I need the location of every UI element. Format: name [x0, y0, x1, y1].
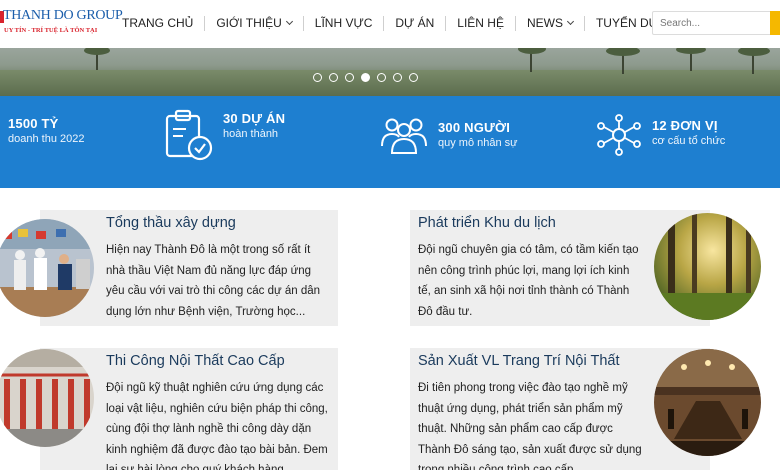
- card-title[interactable]: Thi Công Nội Thất Cao Cấp: [106, 353, 285, 369]
- nav-item-about[interactable]: GIỚI THIỆU: [205, 15, 302, 31]
- main-nav: TRANG CHỦ GIỚI THIỆU LĨNH VỰC DỰ ÁN LIÊN…: [111, 0, 686, 46]
- slider-dot[interactable]: [361, 73, 370, 82]
- card-text: Hiện nay Thành Đô là một trong số rất ít…: [106, 244, 321, 318]
- nav-label: TRANG CHỦ: [122, 16, 194, 30]
- tree-canopy: [84, 48, 110, 55]
- nav-item-news[interactable]: NEWS: [516, 15, 584, 31]
- tree-canopy: [676, 48, 706, 54]
- stat-projects-number: 30 DỰ ÁN: [223, 111, 286, 126]
- search-input[interactable]: [652, 11, 772, 35]
- slider-dot[interactable]: [377, 73, 386, 82]
- chevron-down-icon: [285, 17, 293, 25]
- network-icon: [597, 114, 641, 156]
- card-title[interactable]: Sản Xuất VL Trang Trí Nội Thất: [418, 353, 620, 369]
- slider-dot[interactable]: [313, 73, 322, 82]
- card-title[interactable]: Tổng thầu xây dựng: [106, 215, 236, 231]
- card-text: Đội ngũ kỹ thuật nghiên cứu ứng dụng các…: [106, 382, 328, 470]
- interior-photo-art: [0, 349, 94, 447]
- forest-photo: [654, 213, 761, 320]
- slider-dot[interactable]: [329, 73, 338, 82]
- forest-photo-art: [654, 213, 761, 320]
- stat-projects-label: hoàn thành: [223, 128, 279, 140]
- tree-canopy: [606, 48, 640, 56]
- stat-units-label: cơ cấu tổ chức: [652, 135, 726, 147]
- stat-revenue-label: doanh thu 2022: [8, 133, 85, 145]
- chevron-down-icon: [566, 17, 575, 25]
- site-header: THANH DO GROUP UY TÍN - TRÍ TUỆ LÀ TÔN T…: [0, 0, 780, 48]
- nav-item-fields[interactable]: LĨNH VỰC: [304, 15, 384, 31]
- logo-name: THANH DO GROUP: [3, 8, 123, 23]
- page: THANH DO GROUP UY TÍN - TRÍ TUỆ LÀ TÔN T…: [0, 0, 780, 470]
- conference-room-photo: [654, 349, 761, 456]
- slider-dot[interactable]: [393, 73, 402, 82]
- tree-canopy: [738, 48, 770, 56]
- stat-staff-number: 300 NGƯỜI: [438, 120, 511, 135]
- hero-slider-image: [0, 48, 780, 96]
- clipboard-check-icon: [165, 109, 213, 161]
- search-button[interactable]: [770, 11, 780, 35]
- slider-dot[interactable]: [409, 73, 418, 82]
- people-group-icon: [381, 118, 427, 154]
- conference-photo-art: [654, 349, 761, 456]
- nav-label: NEWS: [526, 16, 563, 30]
- tree-canopy: [518, 48, 546, 54]
- tree-trunk: [690, 51, 692, 71]
- slider-dot[interactable]: [345, 73, 354, 82]
- slider-dots: [313, 73, 418, 82]
- nav-item-projects[interactable]: DỰ ÁN: [384, 15, 445, 31]
- nav-item-home[interactable]: TRANG CHỦ: [111, 15, 204, 31]
- nav-item-contact[interactable]: LIÊN HỆ: [446, 15, 515, 31]
- card-text: Đi tiên phong trong việc đào tạo nghề mỹ…: [418, 382, 642, 470]
- logo-tagline: UY TÍN - TRÍ TUỆ LÀ TÔN TẠI: [4, 27, 98, 34]
- nav-label: LĨNH VỰC: [314, 16, 373, 30]
- stat-units-number: 12 ĐƠN VỊ: [652, 118, 718, 133]
- nav-label: GIỚI THIỆU: [216, 16, 282, 30]
- stat-revenue-number: 1500 TỶ: [8, 116, 59, 131]
- logo[interactable]: THANH DO GROUP UY TÍN - TRÍ TUỆ LÀ TÔN T…: [0, 8, 123, 40]
- construction-ceremony-photo: [0, 219, 94, 317]
- stats-band: 1500 TỶ doanh thu 2022 30 DỰ ÁN hoàn thà…: [0, 96, 780, 188]
- construction-photo-art: [0, 219, 94, 317]
- interior-hall-photo: [0, 349, 94, 447]
- card-title[interactable]: Phát triển Khu du lịch: [418, 215, 556, 231]
- card-text: Đội ngũ chuyên gia có tâm, có tầm kiến t…: [418, 244, 639, 318]
- nav-label: DỰ ÁN: [395, 16, 435, 30]
- stat-staff-label: quy mô nhân sự: [438, 137, 518, 149]
- nav-label: LIÊN HỆ: [457, 16, 504, 30]
